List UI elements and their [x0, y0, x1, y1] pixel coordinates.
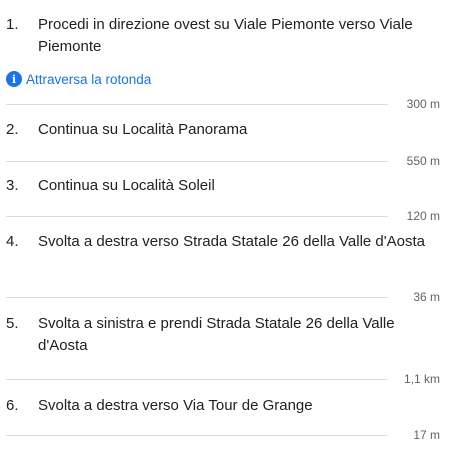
- step-distance: 300 m: [406, 97, 440, 111]
- step-instruction: Svolta a destra verso Strada Statale 26 …: [38, 233, 425, 250]
- divider: [6, 104, 388, 105]
- step-distance: 17 m: [413, 428, 440, 442]
- step-number: 6.: [6, 397, 19, 414]
- divider: [6, 216, 388, 217]
- step-separator: 300 m: [6, 97, 446, 111]
- step-number: 2.: [6, 121, 19, 138]
- divider: [6, 297, 388, 298]
- step-instruction: Svolta a sinistra e prendi Strada Statal…: [38, 315, 395, 354]
- step-instruction: Svolta a destra verso Via Tour de Grange: [38, 397, 313, 414]
- divider: [6, 435, 388, 436]
- step-separator: 120 m: [6, 209, 446, 223]
- divider: [6, 379, 388, 380]
- info-icon: i: [6, 71, 22, 87]
- step-number: 1.: [6, 16, 19, 33]
- step-separator: 1,1 km: [6, 372, 446, 386]
- step-instruction: Continua su Località Panorama: [38, 121, 248, 138]
- step-instruction: Continua su Località Soleil: [38, 177, 215, 194]
- divider: [6, 161, 388, 162]
- step-separator: 550 m: [6, 154, 446, 168]
- step-note-text: Attraversa la rotonda: [26, 71, 152, 87]
- step-distance: 550 m: [406, 154, 440, 168]
- step-separator: 36 m: [6, 290, 446, 304]
- step-number: 3.: [6, 177, 19, 194]
- step-number: 5.: [6, 315, 19, 332]
- step-note: i Attraversa la rotonda: [6, 71, 151, 87]
- step-number: 4.: [6, 233, 19, 250]
- step-instruction: Procedi in direzione ovest su Viale Piem…: [38, 16, 413, 55]
- step-separator: 17 m: [6, 428, 446, 442]
- step-distance: 120 m: [406, 209, 440, 223]
- step-distance: 1,1 km: [403, 372, 440, 386]
- step-distance: 36 m: [413, 290, 440, 304]
